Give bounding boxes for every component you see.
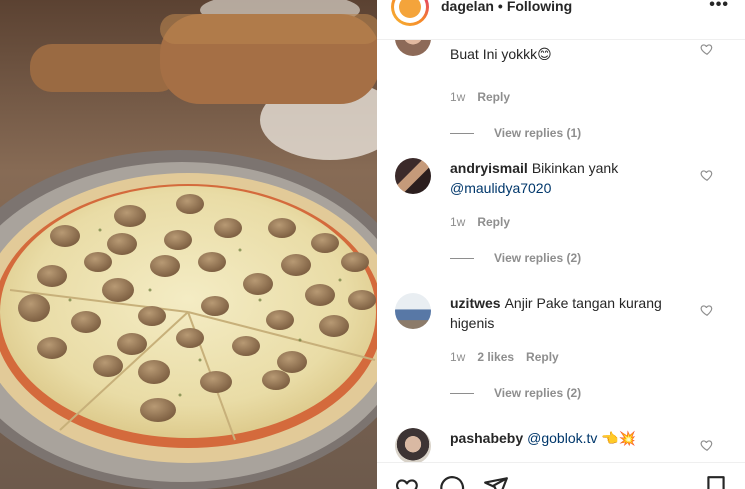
comment-meta: 1w 2 likes Reply: [450, 350, 571, 364]
comment-time[interactable]: 1w: [450, 350, 465, 364]
comment-text: Buat Ini yokkk😊: [450, 46, 552, 62]
post-action-bar: [377, 462, 745, 489]
commenter-username[interactable]: andryismail: [450, 160, 528, 176]
comments-list: Buat Ini yokkk😊 1w Reply View replies (1)…: [377, 40, 745, 462]
mention-link[interactable]: @maulidya7020: [450, 180, 551, 196]
author-avatar[interactable]: [391, 0, 429, 26]
post-image[interactable]: [0, 0, 377, 489]
comment-likes[interactable]: 2 likes: [477, 350, 514, 364]
post-header: dagelan • Following •••: [377, 0, 745, 40]
view-replies-button[interactable]: View replies (2): [450, 386, 581, 400]
replies-divider: [450, 258, 474, 260]
comment-time[interactable]: 1w: [450, 90, 465, 104]
view-replies-label[interactable]: View replies (2): [494, 386, 581, 400]
replies-divider: [450, 133, 474, 135]
heart-icon[interactable]: [700, 168, 714, 182]
heart-icon[interactable]: [700, 438, 714, 452]
reply-button[interactable]: Reply: [477, 90, 510, 104]
bookmark-icon[interactable]: [703, 475, 729, 489]
commenter-avatar[interactable]: [395, 293, 431, 329]
view-replies-button[interactable]: View replies (1): [450, 126, 581, 140]
commenter-avatar[interactable]: [395, 158, 431, 194]
comment-text: Bikinkan yank: [531, 160, 619, 176]
reply-button[interactable]: Reply: [477, 215, 510, 229]
commenter-username[interactable]: uzitwes: [450, 295, 501, 311]
author-username[interactable]: dagelan: [441, 0, 494, 14]
pizza-photo: [0, 0, 377, 489]
follow-status-button[interactable]: Following: [507, 0, 572, 14]
commenter-avatar[interactable]: [395, 40, 431, 56]
comment-time[interactable]: 1w: [450, 215, 465, 229]
view-replies-button[interactable]: View replies (2): [450, 251, 581, 265]
view-replies-label[interactable]: View replies (1): [494, 126, 581, 140]
heart-icon[interactable]: [700, 303, 714, 317]
heart-icon[interactable]: [395, 475, 421, 489]
commenter-username[interactable]: pashabeby: [450, 430, 523, 446]
reply-button[interactable]: Reply: [526, 350, 559, 364]
replies-divider: [450, 393, 474, 395]
comment-icon[interactable]: [439, 475, 465, 489]
view-replies-label[interactable]: View replies (2): [494, 251, 581, 265]
header-separator: •: [497, 0, 503, 14]
comment-meta: 1w Reply: [450, 215, 522, 229]
comment-meta: 1w Reply: [450, 90, 522, 104]
commenter-avatar[interactable]: [395, 428, 431, 462]
mention-link[interactable]: @goblok.tv: [527, 430, 597, 446]
comment-emoji: 👈💥: [601, 430, 637, 446]
paper-plane-icon[interactable]: [483, 475, 509, 489]
post-sidebar: dagelan • Following ••• Buat Ini yokkk😊 1w…: [377, 0, 745, 489]
more-options-icon[interactable]: •••: [709, 0, 729, 14]
heart-icon[interactable]: [700, 42, 714, 56]
